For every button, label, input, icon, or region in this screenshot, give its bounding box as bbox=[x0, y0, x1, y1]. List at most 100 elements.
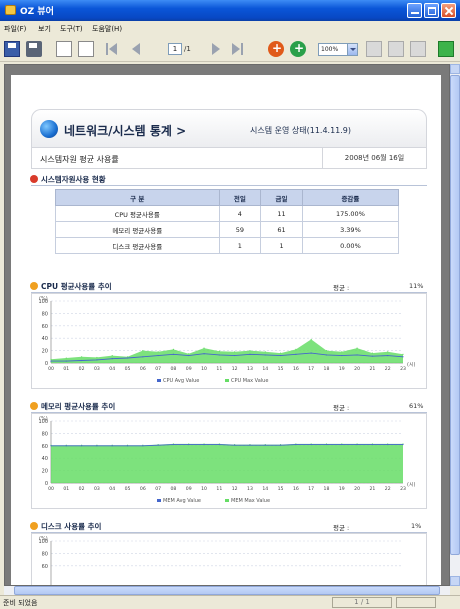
section-bullet-icon bbox=[30, 402, 38, 410]
x-tick-label: 15 bbox=[278, 486, 284, 492]
document-viewport[interactable]: 네트워크/시스템 통계 > 시스템 운영 상태(11.4.11.9) 시스템자원… bbox=[4, 64, 450, 586]
table-cell: 59 bbox=[218, 221, 262, 238]
menu-file[interactable]: 파일(F) bbox=[4, 24, 26, 34]
exit-icon[interactable] bbox=[438, 41, 454, 57]
fit-width-icon[interactable] bbox=[388, 41, 404, 57]
x-tick-label: 08 bbox=[171, 366, 177, 372]
data-point bbox=[356, 443, 358, 446]
document-icon[interactable] bbox=[78, 41, 94, 57]
x-tick-label: 09 bbox=[186, 486, 192, 492]
x-tick-label: 01 bbox=[63, 486, 69, 492]
data-point bbox=[341, 354, 343, 357]
data-point bbox=[157, 354, 159, 357]
zoom-select[interactable]: 100% bbox=[318, 43, 358, 56]
maximize-button[interactable] bbox=[424, 3, 439, 18]
first-page-icon[interactable] bbox=[106, 43, 118, 55]
data-point bbox=[249, 444, 251, 446]
series-area-max bbox=[51, 443, 403, 483]
x-tick-label: 04 bbox=[109, 366, 115, 372]
col-header: 증감률 bbox=[301, 189, 400, 206]
table-cell: CPU 평균사용률 bbox=[55, 205, 220, 222]
scroll-thumb[interactable] bbox=[450, 75, 460, 555]
data-point bbox=[402, 353, 404, 355]
table-cell: 1 bbox=[260, 237, 303, 254]
prev-page-icon[interactable] bbox=[130, 43, 142, 55]
x-tick-label: 11 bbox=[216, 366, 222, 372]
close-button[interactable] bbox=[441, 3, 456, 18]
data-point bbox=[218, 350, 220, 352]
x-tick-label: 01 bbox=[63, 366, 69, 372]
data-point bbox=[234, 354, 236, 357]
y-tick-label: 80 bbox=[42, 311, 48, 317]
x-tick-label: 06 bbox=[140, 486, 146, 492]
legend-swatch bbox=[225, 379, 229, 382]
status-bar: 준비 되었음 1 / 1 bbox=[0, 595, 460, 609]
y-tick-label: 100 bbox=[38, 539, 48, 545]
section-bullet-icon bbox=[30, 175, 38, 183]
chevron-down-icon[interactable] bbox=[347, 44, 357, 55]
data-point bbox=[65, 357, 67, 359]
option-icon[interactable] bbox=[410, 41, 426, 57]
status-page: 1 / 1 bbox=[332, 597, 392, 608]
x-tick-label: 06 bbox=[140, 366, 146, 372]
x-tick-label: 17 bbox=[308, 486, 314, 492]
data-point bbox=[325, 354, 328, 356]
scroll-down-icon[interactable] bbox=[450, 576, 460, 586]
menu-help[interactable]: 도움말(H) bbox=[92, 24, 122, 34]
next-page-icon[interactable] bbox=[210, 43, 222, 55]
page-number-input[interactable]: 1 bbox=[168, 43, 182, 55]
data-point bbox=[249, 350, 251, 352]
data-point bbox=[111, 445, 113, 447]
y-tick-label: 100 bbox=[38, 419, 48, 425]
x-tick-label: 05 bbox=[125, 486, 131, 492]
y-tick-label: 60 bbox=[42, 444, 48, 450]
export-icon[interactable] bbox=[56, 41, 72, 57]
col-header: 금일 bbox=[260, 189, 303, 206]
data-point bbox=[126, 445, 129, 447]
print-icon[interactable] bbox=[26, 41, 42, 57]
data-point bbox=[371, 443, 373, 446]
x-tick-label: 14 bbox=[262, 366, 268, 372]
zoom-out-icon[interactable] bbox=[290, 41, 306, 57]
disk-usage-chart: (%)6080100 bbox=[31, 533, 427, 585]
table-row: 메모리 평균사용률 59 61 3.39% bbox=[55, 221, 400, 238]
data-point bbox=[50, 360, 52, 362]
table-cell: 175.00% bbox=[301, 205, 400, 222]
x-tick-label: 02 bbox=[79, 486, 85, 492]
data-point bbox=[188, 354, 190, 357]
horizontal-scrollbar[interactable] bbox=[4, 586, 450, 595]
data-point bbox=[203, 353, 205, 355]
menu-tools[interactable]: 도구(T) bbox=[60, 24, 83, 34]
y-tick-label: 40 bbox=[42, 336, 48, 342]
fit-page-icon[interactable] bbox=[366, 41, 382, 57]
data-point bbox=[96, 445, 98, 447]
data-point bbox=[50, 358, 52, 360]
x-tick-label: 00 bbox=[48, 486, 54, 492]
last-page-icon[interactable] bbox=[232, 43, 244, 55]
y-tick-label: 20 bbox=[42, 469, 48, 475]
save-icon[interactable] bbox=[4, 41, 20, 57]
x-tick-label: 15 bbox=[278, 366, 284, 372]
data-point bbox=[65, 360, 67, 362]
vertical-scrollbar[interactable] bbox=[450, 64, 460, 586]
table-cell: 4 bbox=[218, 205, 262, 222]
disk-section-title: 디스크 사용률 추이 bbox=[30, 521, 101, 532]
data-point bbox=[371, 355, 373, 357]
y-tick-label: 20 bbox=[42, 349, 48, 355]
data-point bbox=[295, 353, 297, 355]
data-point bbox=[356, 347, 358, 349]
scroll-thumb[interactable] bbox=[14, 586, 440, 595]
section-bullet-icon bbox=[30, 522, 38, 530]
minimize-button[interactable] bbox=[407, 3, 422, 18]
data-point bbox=[341, 351, 343, 353]
data-point bbox=[279, 444, 282, 446]
data-point bbox=[142, 350, 144, 352]
zoom-in-icon[interactable] bbox=[268, 41, 284, 57]
legend-label: MEM Max Value bbox=[231, 498, 270, 504]
data-point bbox=[218, 443, 220, 446]
data-point bbox=[234, 351, 236, 353]
data-point bbox=[402, 356, 404, 358]
menu-view[interactable]: 보기 bbox=[38, 24, 51, 34]
scroll-up-icon[interactable] bbox=[450, 64, 460, 74]
data-point bbox=[188, 353, 190, 355]
